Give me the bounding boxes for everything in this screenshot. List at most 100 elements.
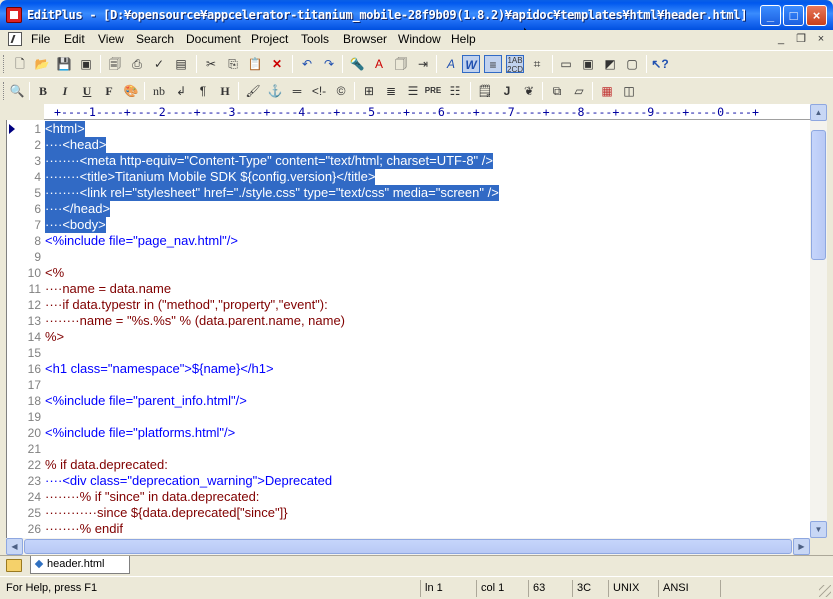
delete-icon[interactable]: ✕ [268,55,286,73]
output-window-icon[interactable]: ▣ [579,55,597,73]
new-file-icon[interactable]: 🗋 [11,55,29,73]
code-line[interactable]: %> [45,329,64,345]
horizontal-rule-icon[interactable]: ═ [288,82,306,100]
scroll-up-icon[interactable]: ▲ [810,104,827,121]
replace-icon[interactable]: A [370,55,388,73]
browser-view-icon[interactable]: ▭ [557,55,575,73]
menu-tools[interactable]: Tools [301,32,329,46]
horizontal-scrollbar[interactable]: ◀ ▶ [6,538,810,555]
heading-button[interactable]: H [216,82,234,100]
redo-icon[interactable]: ↷ [320,55,338,73]
scroll-right-icon[interactable]: ▶ [793,538,810,555]
column-select-icon[interactable]: ⌗ [528,55,546,73]
code-line[interactable]: ········% if "since" in data.deprecated: [45,489,259,505]
font-tag-button[interactable]: F [100,82,118,100]
special-char-icon[interactable]: © [332,82,350,100]
pre-button[interactable]: PRE [424,82,442,100]
goto-icon[interactable]: ⇥ [414,55,432,73]
properties-icon[interactable]: ▤ [172,55,190,73]
anchor-icon[interactable]: ⚓ [266,82,284,100]
toolbar-grip[interactable] [3,82,6,100]
directory-icon[interactable]: ▢ [623,55,641,73]
document-menu-icon[interactable] [8,32,22,46]
cliptext-icon[interactable]: ◩ [601,55,619,73]
comment-icon[interactable]: <!- [310,82,328,100]
code-line[interactable]: <% [45,265,64,281]
table-icon[interactable]: ⊞ [360,82,378,100]
line-break-icon[interactable]: ↲ [172,82,190,100]
menu-edit[interactable]: Edit [64,32,85,46]
find-icon[interactable]: 🔦 [348,55,366,73]
code-line[interactable]: ····<head> [45,137,107,153]
form-icon[interactable]: 🗒 [476,82,494,100]
copy-icon[interactable]: ⎘ [224,55,242,73]
horizontal-scroll-thumb[interactable] [24,539,792,554]
paste-icon[interactable]: 📋 [246,55,264,73]
find-in-files-icon[interactable]: 🗍 [392,55,410,73]
color-palette-icon[interactable]: ▦ [598,82,616,100]
context-help-icon[interactable]: ↖? [651,55,669,73]
tab-header-html[interactable]: header.html [30,556,130,574]
span-icon[interactable]: ▱ [570,82,588,100]
frame-icon[interactable]: ◫ [620,82,638,100]
align-center-icon[interactable]: ≣ [382,82,400,100]
align-right-icon[interactable]: ☰ [404,82,422,100]
cut-icon[interactable]: ✂ [202,55,220,73]
mdi-restore-button[interactable]: ❐ [794,32,808,46]
code-line[interactable]: ········name = "%s.%s" % (data.parent.na… [45,313,345,329]
menu-project[interactable]: Project [251,32,288,46]
code-line[interactable]: <%include file="page_nav.html"/> [45,233,238,249]
open-file-icon[interactable]: 📂 [33,55,51,73]
save-icon[interactable]: 💾 [55,55,73,73]
color-picker-icon[interactable]: 🎨 [122,82,140,100]
line-number-gutter[interactable]: 1 2 3 4 5 6 7 8 9 10 11 12 13 14 15 16 1… [7,120,45,538]
line-number-toggle-icon[interactable]: ≡ [484,55,502,73]
mdi-minimize-button[interactable]: _ [774,32,788,46]
div-icon[interactable]: ⧉ [548,82,566,100]
code-line[interactable]: ············since ${data.deprecated["sin… [45,505,288,521]
font-icon[interactable]: A [442,55,460,73]
code-editor[interactable]: 1 2 3 4 5 6 7 8 9 10 11 12 13 14 15 16 1… [6,120,810,538]
bold-button[interactable]: B [34,82,52,100]
menu-search[interactable]: Search [136,32,174,46]
code-line[interactable]: <html> [45,121,85,137]
code-line[interactable]: ········% endif [45,521,123,537]
javascript-icon[interactable]: J [498,82,516,100]
vertical-scroll-thumb[interactable] [811,130,826,260]
underline-button[interactable]: U [78,82,96,100]
word-wrap-icon[interactable]: W [462,55,480,73]
menu-view[interactable]: View [98,32,124,46]
code-line[interactable]: ········<meta http-equiv="Content-Type" … [45,153,493,169]
code-line[interactable]: ····<div class="deprecation_warning">Dep… [45,473,332,489]
scroll-down-icon[interactable]: ▼ [810,521,827,538]
scroll-left-icon[interactable]: ◀ [6,538,23,555]
list-icon[interactable]: ☷ [446,82,464,100]
paragraph-icon[interactable]: ¶ [194,82,212,100]
undo-icon[interactable]: ↶ [298,55,316,73]
code-line[interactable]: <h1 class="namespace">${name}</h1> [45,361,274,377]
menu-help[interactable]: Help [451,32,476,46]
minimize-button[interactable]: _ [760,5,781,26]
mdi-close-button[interactable]: × [814,32,828,46]
close-button[interactable]: × [806,5,827,26]
menu-window[interactable]: Window [398,32,441,46]
menu-file[interactable]: File [31,32,50,46]
maximize-button[interactable]: □ [783,5,804,26]
directory-window-icon[interactable] [6,559,22,572]
image-icon[interactable]: 🖌 [244,82,262,100]
menu-browser[interactable]: Browser [343,32,387,46]
html-preview-icon[interactable]: 🔍 [8,82,26,100]
menu-document[interactable]: Document [186,32,241,46]
spell-check-icon[interactable]: ✓ [150,55,168,73]
code-line[interactable]: ····name = data.name [45,281,171,297]
code-line[interactable]: % if data.deprecated: [45,457,168,473]
print-preview-icon[interactable]: 🗐 [106,55,124,73]
code-line[interactable]: <%include file="parent_info.html"/> [45,393,247,409]
plugin-icon[interactable]: ❦ [520,82,538,100]
save-all-icon[interactable]: ▣ [77,55,95,73]
nbsp-button[interactable]: nb [150,82,168,100]
code-line[interactable]: ········<link rel="stylesheet" href="./s… [45,185,499,201]
italic-button[interactable]: I [56,82,74,100]
editplus-app-icon[interactable] [6,7,22,23]
vertical-scrollbar[interactable]: ▲ ▼ [810,104,827,538]
